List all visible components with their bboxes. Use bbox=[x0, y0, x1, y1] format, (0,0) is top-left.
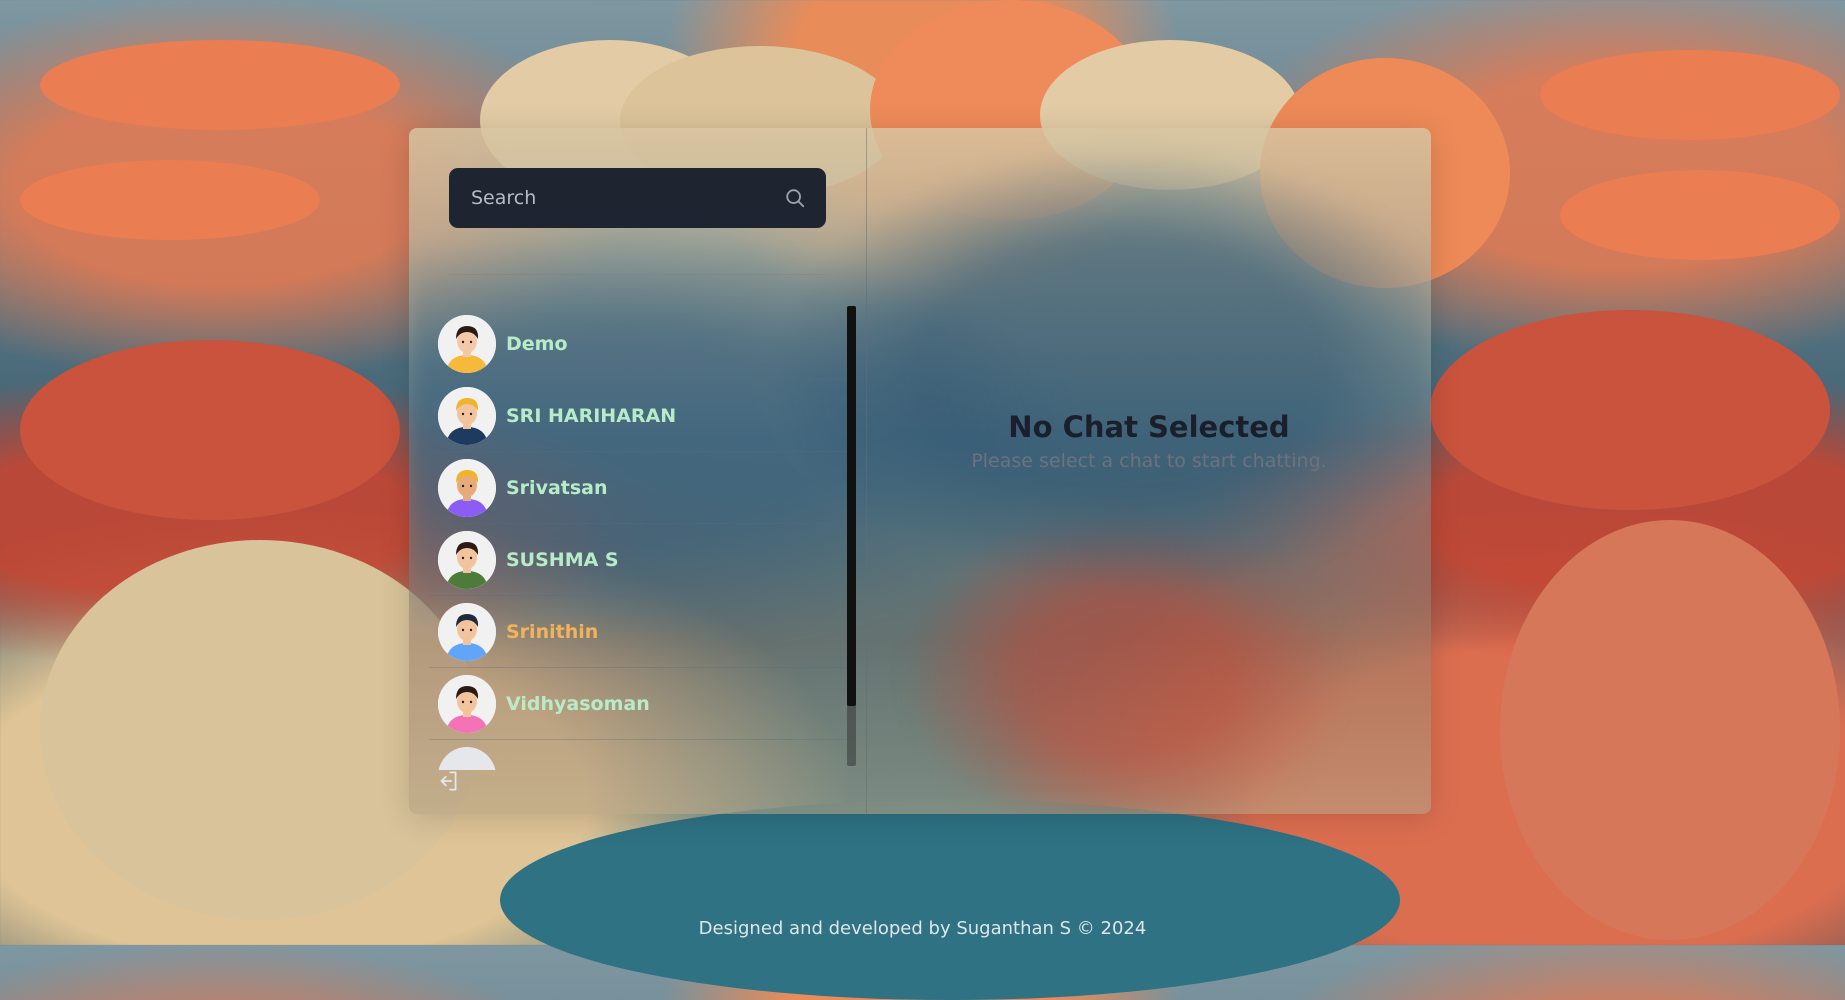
background-tree bbox=[1540, 50, 1840, 140]
contact-item[interactable]: Demo bbox=[429, 308, 847, 380]
contact-item[interactable]: Srinithin bbox=[429, 596, 847, 668]
background-tree bbox=[40, 40, 400, 130]
contact-name: Vidhyasoman bbox=[506, 692, 650, 715]
avatar bbox=[438, 674, 496, 733]
background-tree bbox=[1430, 310, 1830, 510]
avatar bbox=[438, 602, 496, 661]
chat-panel: Demo SRI HARIHARAN Srivatsan SUSHMA S Srinit… bbox=[409, 128, 1431, 814]
background-tree bbox=[1560, 170, 1840, 260]
search-bar bbox=[449, 168, 826, 228]
page-title: No Chat Selected bbox=[1008, 410, 1290, 444]
main-content: No Chat Selected Please select a chat to… bbox=[867, 128, 1431, 814]
background-tree bbox=[20, 340, 400, 520]
logout-icon[interactable] bbox=[435, 768, 461, 794]
search-icon[interactable] bbox=[784, 187, 806, 209]
contact-name: Srinithin bbox=[506, 620, 599, 643]
contact-name: SRI HARIHARAN bbox=[506, 404, 677, 427]
contact-item[interactable]: SUSHMA S bbox=[429, 524, 847, 596]
search-input[interactable] bbox=[469, 186, 784, 210]
contact-item[interactable]: Srivatsan bbox=[429, 452, 847, 524]
footer-credit: Designed and developed by Suganthan S © … bbox=[698, 918, 1147, 939]
contact-name: Demo bbox=[506, 332, 568, 355]
avatar bbox=[438, 314, 496, 373]
avatar bbox=[438, 386, 496, 445]
contact-name: SUSHMA S bbox=[506, 548, 619, 571]
background-tree bbox=[20, 160, 320, 240]
contact-item[interactable]: Vidhyasoman bbox=[429, 668, 847, 740]
background-water bbox=[500, 800, 1400, 1000]
avatar bbox=[438, 458, 496, 517]
sidebar-divider bbox=[449, 274, 826, 275]
scrollbar-thumb[interactable] bbox=[847, 306, 856, 706]
contact-item[interactable]: SRI HARIHARAN bbox=[429, 380, 847, 452]
contact-name: Srivatsan bbox=[506, 476, 608, 499]
scrollbar[interactable] bbox=[847, 306, 856, 766]
page-subtitle: Please select a chat to start chatting. bbox=[971, 450, 1327, 472]
sidebar: Demo SRI HARIHARAN Srivatsan SUSHMA S Srinit… bbox=[409, 128, 867, 814]
avatar bbox=[438, 746, 496, 770]
background-rock bbox=[1500, 520, 1840, 940]
contact-item[interactable] bbox=[429, 740, 847, 770]
avatar bbox=[438, 530, 496, 589]
contact-list[interactable]: Demo SRI HARIHARAN Srivatsan SUSHMA S Srinit… bbox=[429, 308, 847, 770]
